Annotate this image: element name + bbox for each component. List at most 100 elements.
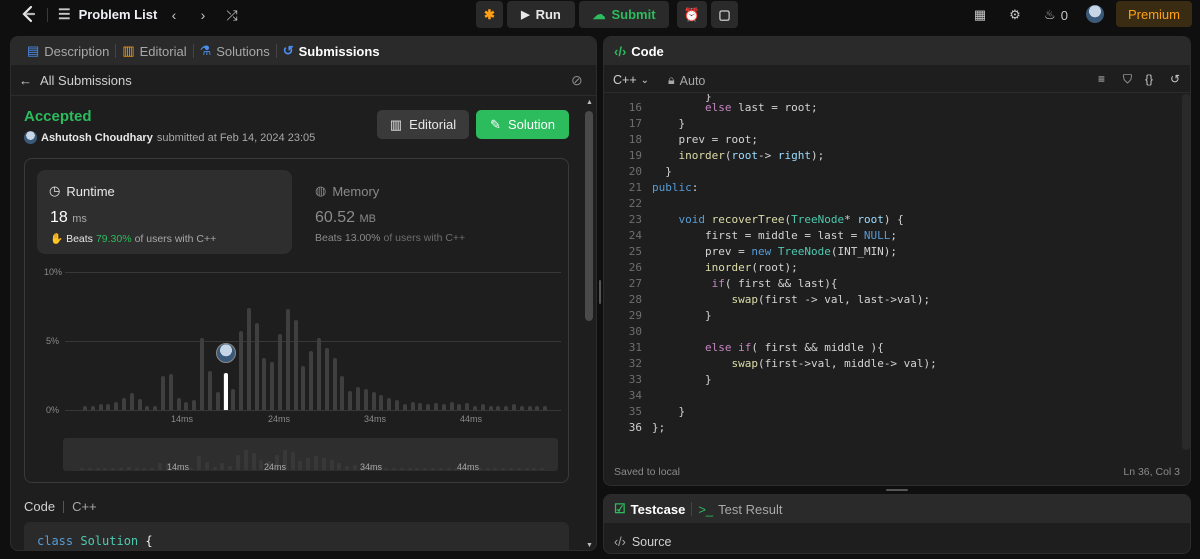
distribution-bar[interactable] [387, 397, 392, 410]
streak-counter[interactable]: ♨ 0 [1040, 5, 1072, 25]
tab-code[interactable]: ‹/› Code [614, 44, 670, 59]
settings-button[interactable]: ⚙ [1005, 5, 1025, 25]
distribution-bar[interactable] [83, 405, 87, 410]
distribution-bar[interactable] [348, 390, 353, 410]
distribution-bar[interactable] [137, 398, 142, 410]
your-runtime-bar[interactable] [224, 372, 229, 410]
scroll-down-arrow[interactable]: ▼ [586, 542, 593, 549]
format-button[interactable]: ≡ [1098, 72, 1105, 86]
tab-editorial[interactable]: ▥ Editorial [116, 43, 192, 59]
distribution-bar[interactable] [293, 320, 298, 410]
next-problem-button[interactable]: › [193, 5, 213, 25]
tab-description[interactable]: ▤ Description [21, 43, 115, 59]
distribution-bar[interactable] [504, 405, 509, 410]
distribution-bar[interactable] [301, 365, 306, 410]
distribution-bar[interactable] [363, 389, 368, 410]
notes-button[interactable]: ▢ [711, 1, 738, 28]
runtime-card[interactable]: ◷ Runtime 18 ms ✋ Beats 79.30% of users w… [37, 170, 292, 254]
distribution-bar[interactable] [418, 403, 423, 410]
debug-button[interactable]: ✱ [476, 1, 503, 28]
distribution-bar[interactable] [371, 392, 376, 410]
share-link-icon[interactable]: ⊘ [571, 72, 583, 89]
problem-list-button[interactable]: ☰ Problem List [58, 6, 157, 23]
distribution-bar[interactable] [379, 394, 384, 410]
chart-range-navigator[interactable]: 14ms 24ms 34ms 44ms [63, 438, 558, 472]
avatar[interactable] [1086, 5, 1104, 23]
distribution-bar[interactable] [153, 405, 158, 410]
distribution-bar[interactable] [512, 404, 516, 410]
distribution-bar[interactable] [535, 405, 540, 410]
horizontal-splitter[interactable] [886, 489, 908, 491]
timer-button[interactable]: ⏰ [677, 1, 707, 28]
distribution-bar[interactable] [356, 386, 360, 410]
distribution-bar[interactable] [215, 392, 220, 410]
scroll-thumb[interactable] [1182, 94, 1190, 450]
distribution-bar[interactable] [270, 361, 275, 410]
distribution-bar[interactable] [207, 371, 212, 410]
distribution-bar[interactable] [192, 400, 197, 410]
your-submission-marker[interactable] [216, 342, 237, 363]
distribution-bar[interactable] [184, 401, 189, 410]
distribution-bar[interactable] [519, 405, 524, 410]
mode-indicator[interactable]: 🔒︎ Auto [668, 73, 705, 88]
tab-solutions[interactable]: ⚗ Solutions [194, 43, 276, 59]
distribution-bar[interactable] [285, 309, 290, 410]
editor-scrollbar[interactable] [1181, 94, 1190, 450]
code-editor[interactable]: 16 17 18 19 20 21 22 23 24 25 26 27 28 29 30 31 32 33 34 35… [604, 94, 1180, 450]
distribution-bar[interactable] [246, 307, 251, 410]
distribution-bar[interactable] [161, 375, 165, 410]
distribution-bar[interactable] [340, 375, 345, 410]
distribution-bar[interactable] [426, 404, 431, 410]
username[interactable]: Ashutosh Choudhary [41, 132, 153, 144]
random-problem-button[interactable]: ⤮ [222, 5, 242, 25]
submitted-code-preview[interactable]: class Solution { [24, 522, 569, 550]
distribution-bar[interactable] [200, 338, 204, 410]
distribution-bar[interactable] [488, 405, 493, 410]
distribution-bar[interactable] [527, 405, 532, 410]
submit-button[interactable]: ☁ Submit [579, 1, 669, 28]
distribution-bar[interactable] [332, 357, 337, 410]
scroll-up-arrow[interactable]: ▲ [586, 99, 593, 106]
distribution-bar[interactable] [106, 404, 111, 410]
distribution-bar[interactable] [231, 389, 236, 410]
distribution-bar[interactable] [98, 404, 103, 410]
distribution-bar[interactable] [278, 334, 282, 410]
prev-problem-button[interactable]: ‹ [164, 5, 184, 25]
premium-button[interactable]: Premium [1116, 1, 1192, 27]
braces-button[interactable]: {} [1145, 72, 1153, 86]
solution-button[interactable]: ✎ Solution [476, 110, 569, 139]
distribution-bar[interactable] [465, 403, 470, 410]
editorial-button[interactable]: ▥ Editorial [377, 110, 469, 139]
distribution-bar[interactable] [122, 397, 126, 410]
run-button[interactable]: ▶ Run [507, 1, 575, 28]
tab-test-result[interactable]: >_ Test Result [692, 502, 788, 517]
bar-area[interactable] [83, 272, 563, 410]
distribution-bar[interactable] [262, 357, 267, 410]
distribution-bar[interactable] [473, 405, 477, 410]
distribution-bar[interactable] [480, 404, 485, 410]
distribution-bar[interactable] [239, 331, 243, 410]
distribution-bar[interactable] [129, 393, 134, 410]
distribution-bar[interactable] [402, 404, 407, 410]
tab-testcase[interactable]: ☑ Testcase [608, 501, 691, 517]
memory-card[interactable]: ◍ Memory 60.52 MB Beats 13.00% of users w… [305, 170, 560, 254]
distribution-bar[interactable] [114, 401, 119, 410]
scroll-thumb[interactable] [585, 111, 593, 321]
reset-button[interactable]: ↺ [1170, 72, 1180, 86]
vertical-splitter[interactable] [599, 280, 601, 304]
layout-button[interactable]: ▦ [970, 5, 990, 25]
distribution-bar[interactable] [176, 397, 181, 410]
source-toggle[interactable]: ‹/› Source [614, 535, 671, 549]
left-scrollbar[interactable]: ▲ ▼ [584, 99, 594, 549]
distribution-bar[interactable] [317, 338, 321, 410]
distribution-bar[interactable] [90, 405, 95, 410]
distribution-bar[interactable] [254, 323, 259, 410]
distribution-bar[interactable] [441, 404, 446, 410]
language-select[interactable]: C++ ⌄ [613, 73, 649, 87]
distribution-bar[interactable] [395, 400, 399, 410]
distribution-bar[interactable] [434, 403, 438, 410]
distribution-bar[interactable] [324, 347, 329, 410]
distribution-bar[interactable] [168, 374, 173, 410]
user-avatar[interactable] [24, 131, 37, 144]
bookmark-button[interactable]: ⛉ [1123, 72, 1132, 87]
